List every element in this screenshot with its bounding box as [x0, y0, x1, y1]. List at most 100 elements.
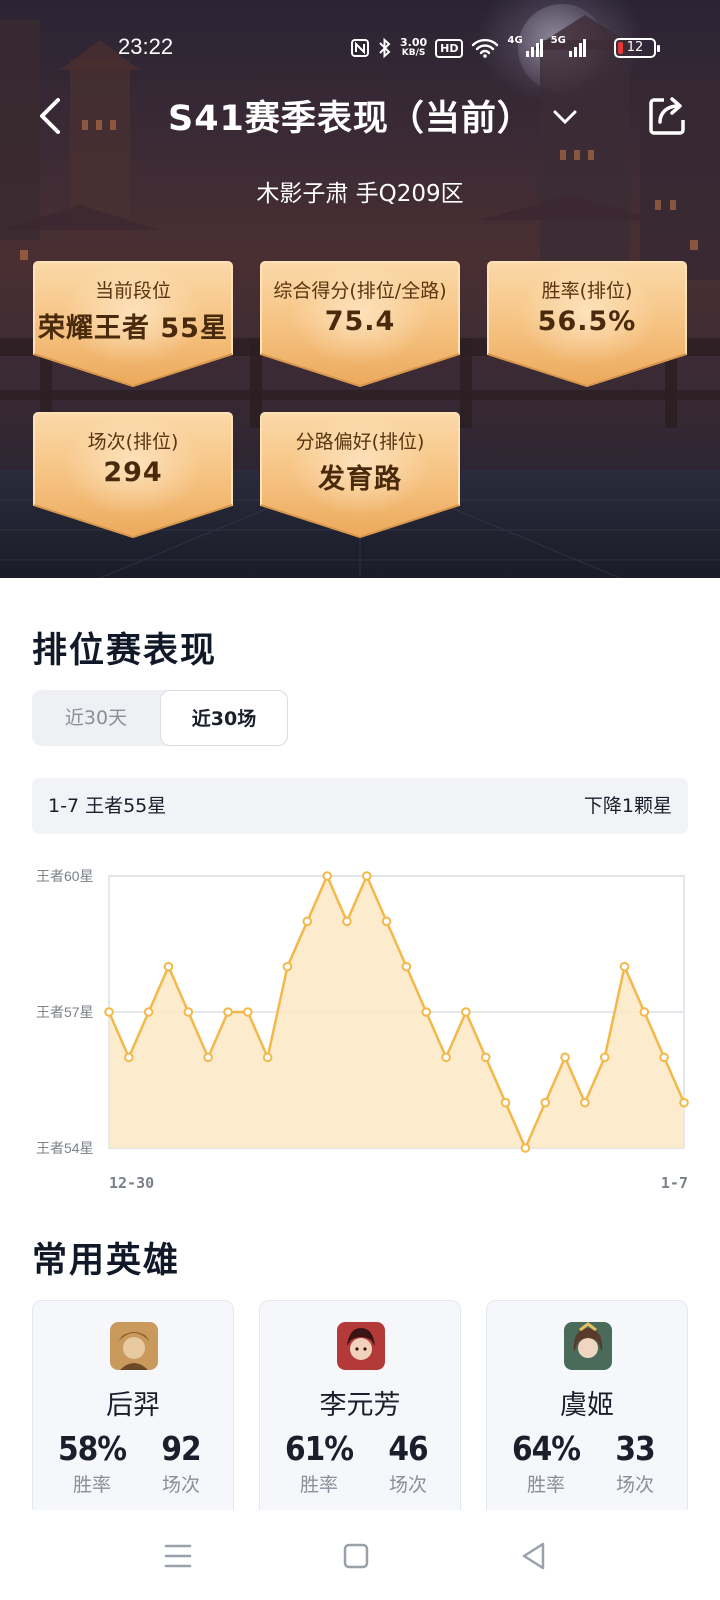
hero-name: 虞姬 [560, 1390, 614, 1421]
header: S41赛季表现（当前） [0, 88, 720, 144]
signal-5g-icon [568, 39, 586, 57]
win-rate-value: 58% [57, 1429, 127, 1468]
card-games-played: 场次(排位) 294 [32, 411, 234, 539]
rank-summary-bar: 1-7 王者55星 下降1颗星 [32, 778, 688, 834]
games-value: 46 [388, 1429, 428, 1468]
games-label: 场次 [615, 1474, 654, 1496]
hero-card[interactable]: 虞姬 64% 胜率 33 场次 [486, 1300, 688, 1520]
games-value: 33 [615, 1429, 655, 1468]
rank-trend-chart: 王者60星王者57星王者54星 12-30 1-7 [36, 868, 689, 1190]
hero-win-rate: 58% 胜率 [47, 1429, 137, 1497]
card-current-rank: 当前段位 荣耀王者 55星 [32, 260, 234, 388]
net-speed-value: 3.00 [400, 36, 428, 49]
x-tick-label: 1-7 [661, 1174, 688, 1190]
data-point [124, 1052, 134, 1063]
menu-icon[interactable] [154, 1532, 202, 1580]
win-rate-value: 61% [284, 1429, 354, 1468]
hero-banner: 23:22 3.00 KB/S HD 4G 5G 12 S41赛季表现（当前） [0, 0, 720, 578]
card-lane-preference: 分路偏好(排位) 发育路 [259, 411, 461, 539]
wifi-icon [472, 38, 499, 58]
battery-level: 12 [626, 40, 644, 55]
net-speed-unit: KB/S [401, 48, 426, 58]
data-point [520, 1143, 531, 1153]
back-button[interactable] [30, 92, 74, 140]
ranked-section-title: 排位赛表现 [32, 631, 218, 671]
status-time: 23:22 [118, 34, 174, 59]
hero-card[interactable]: 后羿 58% 胜率 92 场次 [32, 1300, 234, 1520]
back-triangle-icon[interactable] [510, 1532, 558, 1580]
card-label: 分路偏好(排位) [295, 431, 425, 453]
net-4g-label: 4G [507, 35, 523, 46]
bluetooth-icon [379, 37, 391, 59]
win-rate-label: 胜率 [299, 1474, 338, 1496]
data-point [381, 916, 392, 927]
y-tick-label: 王者60星 [36, 868, 94, 884]
data-point [639, 1007, 650, 1017]
hero-card[interactable]: 李元芳 61% 胜率 46 场次 [259, 1300, 461, 1520]
tab-last-30-games[interactable]: 近30场 [160, 690, 288, 746]
data-point [104, 1007, 114, 1017]
card-label: 场次(排位) [87, 431, 179, 453]
data-point [580, 1097, 590, 1108]
data-point [262, 1052, 273, 1063]
tab-last-30-days[interactable]: 近30天 [32, 690, 160, 746]
houyi-avatar-icon [110, 1322, 158, 1370]
hero-games: 92 场次 [136, 1429, 226, 1497]
card-overall-score: 综合得分(排位/全路) 75.4 [259, 260, 461, 388]
data-point [342, 916, 352, 927]
hd-icon: HD [435, 38, 464, 58]
rank-date-status: 1-7 王者55星 [48, 795, 167, 817]
x-tick-label: 12-30 [109, 1174, 154, 1190]
data-point [619, 961, 630, 972]
yuji-avatar-icon [564, 1322, 612, 1370]
battery-icon: 12 [614, 38, 660, 58]
net-5g-label: 5G [550, 35, 566, 46]
period-tabs: 近30天 近30场 [32, 690, 288, 746]
data-point [203, 1052, 213, 1063]
card-win-rate: 胜率(排位) 56.5% [486, 260, 688, 388]
data-point [659, 1052, 669, 1063]
share-icon[interactable] [646, 94, 690, 138]
hero-name: 李元芳 [319, 1390, 401, 1421]
games-label: 场次 [161, 1474, 200, 1496]
system-nav-bar [0, 1510, 720, 1600]
data-point [163, 961, 174, 972]
data-point [540, 1097, 551, 1108]
data-point [679, 1097, 689, 1108]
games-label: 场次 [388, 1474, 427, 1496]
data-point [461, 1007, 471, 1017]
y-tick-label: 王者57星 [36, 1004, 94, 1020]
data-point [401, 961, 412, 972]
liyuanfang-avatar-icon [337, 1322, 385, 1370]
page-title: S41赛季表现（当前） [168, 99, 533, 139]
card-value: 发育路 [318, 464, 402, 495]
win-rate-label: 胜率 [72, 1474, 111, 1496]
data-point [223, 1007, 233, 1017]
data-point [183, 1007, 194, 1017]
signal-4g-icon [525, 39, 543, 57]
data-point [560, 1052, 570, 1063]
data-point [282, 961, 293, 972]
hero-games: 33 场次 [590, 1429, 680, 1497]
data-point [242, 1007, 253, 1017]
data-point [361, 871, 372, 881]
status-bar: 23:22 3.00 KB/S HD 4G 5G 12 [0, 28, 720, 68]
hero-name: 后羿 [106, 1390, 160, 1421]
season-selector[interactable]: S41赛季表现（当前） [168, 90, 583, 141]
rank-change: 下降1颗星 [583, 795, 672, 817]
data-point [500, 1097, 511, 1108]
data-point [599, 1052, 610, 1063]
card-value: 荣耀王者 55星 [38, 313, 228, 344]
data-point [302, 916, 313, 927]
chevron-down-icon [553, 110, 577, 124]
data-point [143, 1007, 154, 1017]
hero-win-rate: 64% 胜率 [501, 1429, 591, 1497]
heroes-section-title: 常用英雄 [32, 1241, 181, 1281]
nfc-icon [351, 39, 369, 57]
win-rate-value: 64% [511, 1429, 581, 1468]
y-tick-label: 王者54星 [36, 1140, 94, 1156]
card-value: 294 [103, 457, 163, 488]
data-point [421, 1007, 432, 1017]
home-square-icon[interactable] [332, 1532, 380, 1580]
data-point [480, 1052, 491, 1063]
